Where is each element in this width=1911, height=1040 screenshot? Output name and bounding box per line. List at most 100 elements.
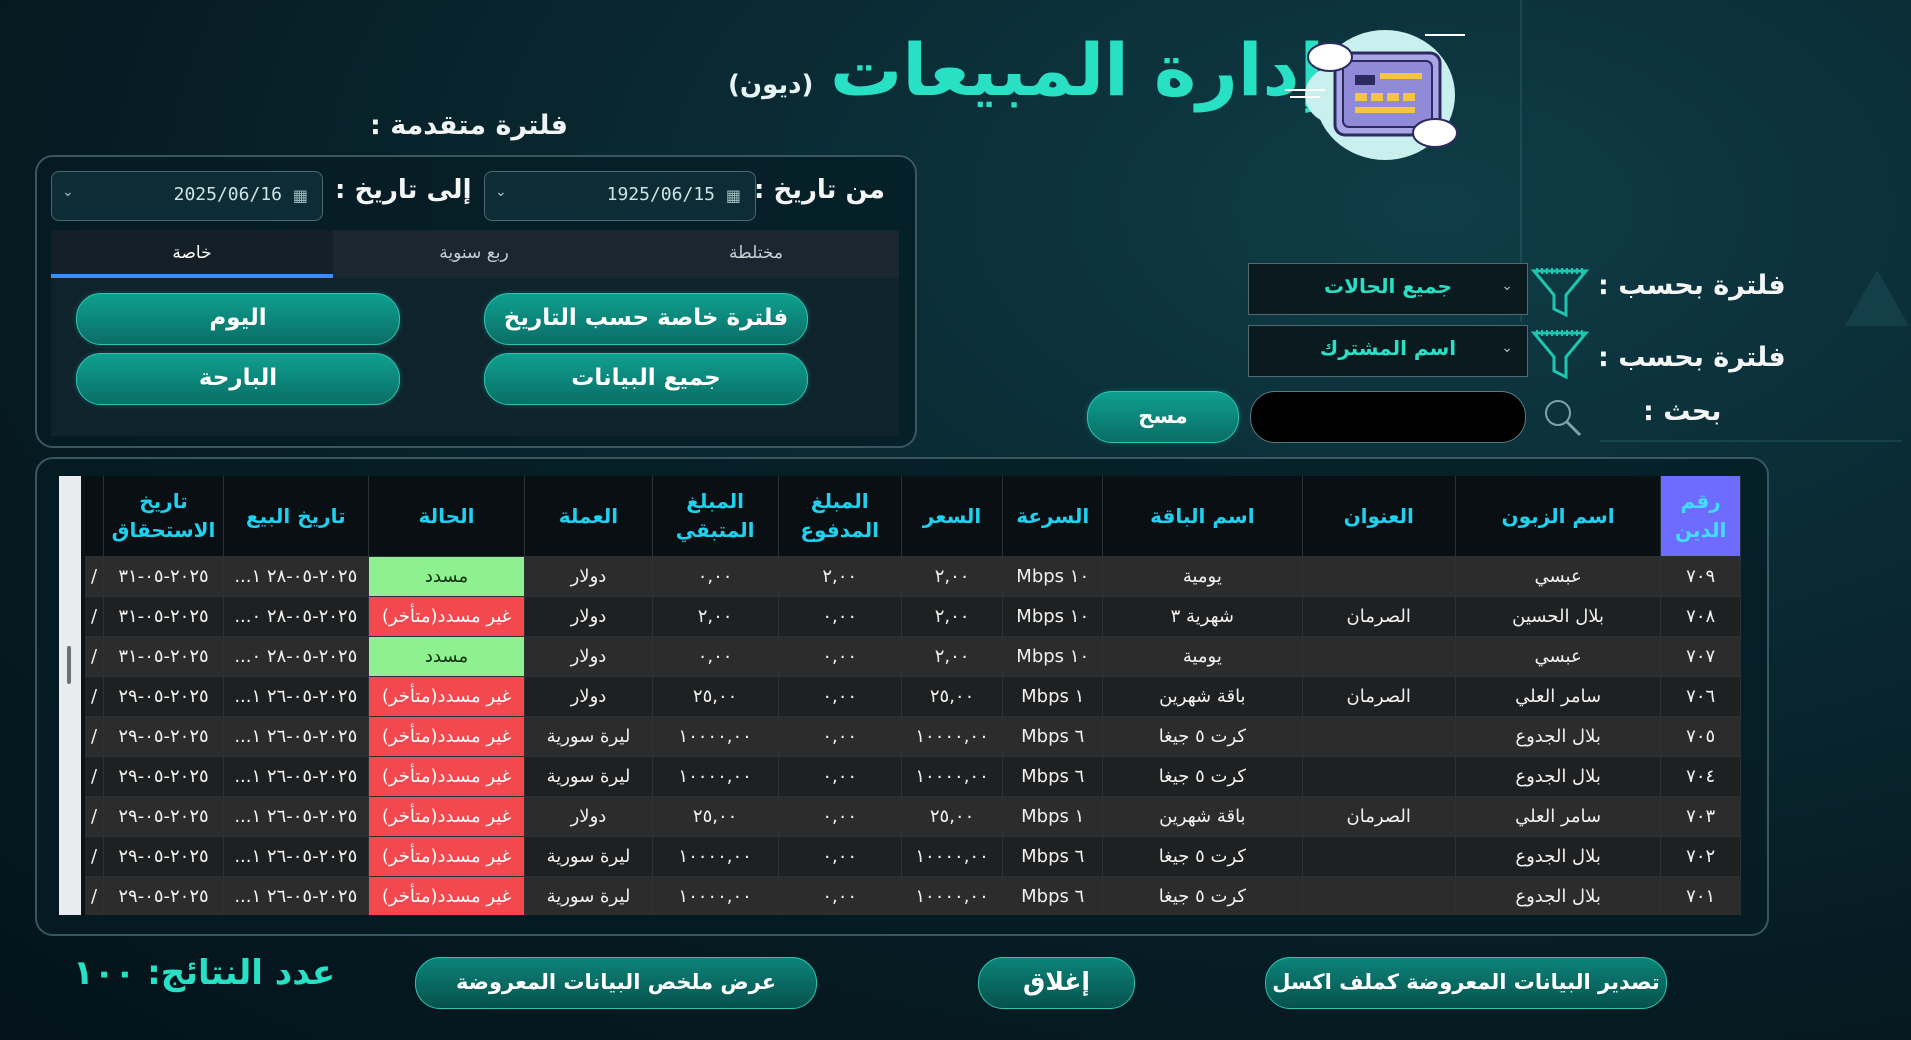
results-panel: تاريخ الاستحقاق تاريخ البيع الحالة العمل… xyxy=(35,457,1769,936)
table-cell: ٢٠٢٥-٠٥-٣١ xyxy=(103,556,224,597)
table-cell: / xyxy=(85,676,105,717)
table-cell: باقة شهرين xyxy=(1102,796,1303,837)
table-cell: ليرة سورية xyxy=(524,756,653,797)
from-date-picker[interactable]: 1925/06/15 ▦ ⌄ xyxy=(484,171,756,221)
table-cell: / xyxy=(85,876,105,915)
close-button[interactable]: إغلاق xyxy=(978,957,1135,1009)
export-excel-button[interactable]: تصدير البيانات المعروضة كملف اكسل xyxy=(1265,957,1667,1009)
table-cell: ٢,٠٠ xyxy=(778,556,902,597)
table-cell: / xyxy=(85,796,105,837)
advanced-filter-panel: من تاريخ : 1925/06/15 ▦ ⌄ إلى تاريخ : 20… xyxy=(35,155,917,448)
column-header[interactable]: المبلغ المتبقي xyxy=(652,476,779,557)
column-header-extra xyxy=(85,476,105,557)
status-cell: غير مسدد(متأخر) xyxy=(368,836,526,877)
table-cell: يومية xyxy=(1102,556,1303,597)
table-cell: ١٠٠٠٠,٠٠ xyxy=(901,716,1004,757)
table-cell: دولار xyxy=(524,556,653,597)
column-header[interactable]: تاريخ البيع xyxy=(223,476,369,557)
table-row[interactable]: /٢٠٢٥-٠٥-٢٩ ٢٠٢٥-٠٥-٢٦ ١... غير مسدد(متأخر… xyxy=(85,676,1741,717)
table-cell: دولار xyxy=(524,676,653,717)
table-cell xyxy=(1302,756,1456,797)
table-cell: ٧٠٣ xyxy=(1660,796,1741,837)
from-date-label: من تاريخ : xyxy=(754,175,885,205)
table-cell: ١ Mbps xyxy=(1002,676,1104,717)
table-cell: ٢٠٢٥-٠٥-٢٩ xyxy=(103,676,224,717)
all-data-button[interactable]: جميع البيانات xyxy=(484,353,808,405)
column-header[interactable]: اسم الزبون xyxy=(1455,476,1662,557)
table-cell: ٢,٠٠ xyxy=(901,596,1004,637)
table-cell: ٧٠٥ xyxy=(1660,716,1741,757)
filter-by-label-2: فلترة بحسب : xyxy=(1598,342,1786,373)
table-cell: / xyxy=(85,756,105,797)
vertical-scrollbar[interactable] xyxy=(59,476,81,915)
table-cell xyxy=(1302,876,1456,915)
table-cell: ٧٠٢ xyxy=(1660,836,1741,877)
table-cell: ١٠٠٠٠,٠٠ xyxy=(652,756,779,797)
table-row[interactable]: /٢٠٢٥-٠٥-٢٩ ٢٠٢٥-٠٥-٢٦ ١... غير مسدد(متأخر… xyxy=(85,716,1741,757)
table-cell: كرت ٥ جيغا xyxy=(1102,716,1303,757)
custom-date-filter-button[interactable]: فلترة خاصة حسب التاريخ xyxy=(484,293,808,345)
results-table: تاريخ الاستحقاق تاريخ البيع الحالة العمل… xyxy=(59,476,1741,915)
table-cell: كرت ٥ جيغا xyxy=(1102,836,1303,877)
table-cell: ٢٠٢٥-٠٥-٣١ xyxy=(103,636,224,677)
table-cell: الصرمان xyxy=(1302,676,1456,717)
yesterday-button[interactable]: البارحة xyxy=(76,353,400,405)
column-header[interactable]: السرعة xyxy=(1002,476,1104,557)
clear-button[interactable]: مسح xyxy=(1087,391,1239,443)
table-row[interactable]: /٢٠٢٥-٠٥-٣١ ٢٠٢٥-٠٥-٢٨ ٠... غير مسدد(متأخر… xyxy=(85,596,1741,637)
status-cell: غير مسدد(متأخر) xyxy=(368,796,526,837)
bg-circuit-line xyxy=(1600,440,1902,442)
tab-custom[interactable]: خاصة xyxy=(51,230,333,278)
column-header[interactable]: العنوان xyxy=(1302,476,1456,557)
table-row[interactable]: /٢٠٢٥-٠٥-٣١ ٢٠٢٥-٠٥-٢٨ ١... مسدد دولار ٠,٠٠ ٢… xyxy=(85,556,1741,597)
table-cell: / xyxy=(85,836,105,877)
summary-button[interactable]: عرض ملخص البيانات المعروضة xyxy=(415,957,817,1009)
search-input[interactable] xyxy=(1250,391,1526,443)
table-cell: ٢,٠٠ xyxy=(652,596,779,637)
tab-quarterly[interactable]: ربع سنوية xyxy=(333,230,615,278)
table-cell: ٢٠٢٥-٠٥-٢٦ ١... xyxy=(223,876,369,915)
table-row[interactable]: /٢٠٢٥-٠٥-٢٩ ٢٠٢٥-٠٥-٢٦ ١... غير مسدد(متأخر… xyxy=(85,796,1741,837)
table-cell: ٦ Mbps xyxy=(1002,836,1104,877)
table-cell: ٢٠٢٥-٠٥-٢٦ ١... xyxy=(223,676,369,717)
table-cell: ١٠٠٠٠,٠٠ xyxy=(901,836,1004,877)
column-header[interactable]: العملة xyxy=(524,476,653,557)
table-cell: ١٠ Mbps xyxy=(1002,596,1104,637)
table-row[interactable]: /٢٠٢٥-٠٥-٢٩ ٢٠٢٥-٠٥-٢٦ ١... غير مسدد(متأخر… xyxy=(85,876,1741,915)
table-cell: يومية xyxy=(1102,636,1303,677)
today-button[interactable]: اليوم xyxy=(76,293,400,345)
field-filter-select[interactable]: اسم المشترك ⌄ xyxy=(1248,325,1528,377)
status-filter-select[interactable]: جميع الحالات ⌄ xyxy=(1248,263,1528,315)
table-cell: الصرمان xyxy=(1302,796,1456,837)
table-cell: / xyxy=(85,636,105,677)
table-row[interactable]: /٢٠٢٥-٠٥-٣١ ٢٠٢٥-٠٥-٢٨ ٠... مسدد دولار ٠,٠٠ ٠… xyxy=(85,636,1741,677)
to-date-value: 2025/06/16 xyxy=(173,184,282,205)
table-cell: ٠,٠٠ xyxy=(652,636,779,677)
table-cell: بلال الجدوع xyxy=(1455,836,1662,877)
table-row[interactable]: /٢٠٢٥-٠٥-٢٩ ٢٠٢٥-٠٥-٢٦ ١... غير مسدد(متأخر… xyxy=(85,836,1741,877)
tab-mixed[interactable]: مختلطة xyxy=(615,230,897,278)
table-cell: ١٠٠٠٠,٠٠ xyxy=(901,876,1004,915)
credit-card-cloud-icon xyxy=(1285,30,1465,160)
table-cell: ٦ Mbps xyxy=(1002,716,1104,757)
table-cell: بلال الجدوع xyxy=(1455,756,1662,797)
column-header[interactable]: السعر xyxy=(901,476,1004,557)
scrollbar-thumb[interactable] xyxy=(67,646,71,684)
status-cell: غير مسدد(متأخر) xyxy=(368,716,526,757)
table-cell: ٧٠١ xyxy=(1660,876,1741,915)
table-cell: ٦ Mbps xyxy=(1002,756,1104,797)
data-grid: تاريخ الاستحقاق تاريخ البيع الحالة العمل… xyxy=(85,476,1741,915)
column-header[interactable]: اسم الباقة xyxy=(1102,476,1303,557)
to-date-picker[interactable]: 2025/06/16 ▦ ⌄ xyxy=(51,171,323,221)
filter-by-label-1: فلترة بحسب : xyxy=(1598,270,1786,301)
table-cell xyxy=(1302,636,1456,677)
table-row[interactable]: /٢٠٢٥-٠٥-٢٩ ٢٠٢٥-٠٥-٢٦ ١... غير مسدد(متأخر… xyxy=(85,756,1741,797)
table-cell: ٧٠٨ xyxy=(1660,596,1741,637)
table-cell: دولار xyxy=(524,596,653,637)
column-header[interactable]: المبلغ المدفوع xyxy=(778,476,902,557)
column-header[interactable]: رقم الدين xyxy=(1660,476,1741,557)
column-header[interactable]: الحالة xyxy=(368,476,526,557)
table-cell: / xyxy=(85,596,105,637)
table-cell: الصرمان xyxy=(1302,596,1456,637)
column-header[interactable]: تاريخ الاستحقاق xyxy=(103,476,224,557)
